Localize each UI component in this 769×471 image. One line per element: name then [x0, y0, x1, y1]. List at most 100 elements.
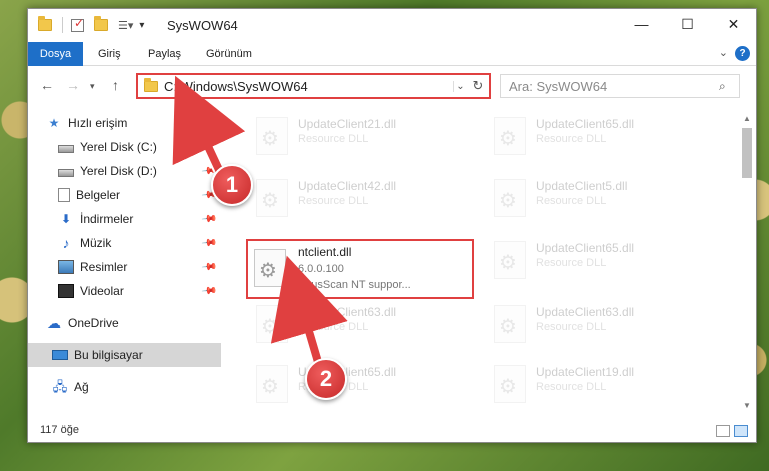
tab-file[interactable]: Dosya: [28, 42, 83, 66]
sidebar-item-documents[interactable]: Belgeler 📌: [28, 183, 221, 207]
list-item[interactable]: UpdateClient63.dll Resource DLL: [486, 299, 716, 349]
list-item[interactable]: UpdateClient63.dll Resource DLL: [248, 299, 478, 349]
pin-icon[interactable]: 📌: [200, 259, 217, 275]
customize-toolbar-icon[interactable]: ☰▾: [118, 19, 133, 32]
file-name: ntclient.dll: [298, 245, 352, 259]
address-bar[interactable]: C:\Windows\SysWOW64 ⌄ ↻: [136, 73, 491, 99]
minimize-button[interactable]: —: [619, 9, 664, 39]
close-button[interactable]: ✕: [711, 9, 756, 39]
list-item[interactable]: UpdateClient65.dll Resource DLL: [248, 359, 478, 409]
folder-icon: [144, 77, 158, 92]
dll-file-icon: [494, 179, 526, 217]
dll-file-icon: [256, 365, 288, 403]
dll-file-icon: [494, 241, 526, 279]
file-version: 6.0.0.100: [298, 263, 344, 275]
chevron-down-icon[interactable]: ⌄: [719, 46, 728, 59]
scroll-up-icon[interactable]: ▲: [743, 114, 751, 123]
sidebar-item-music[interactable]: ♪ Müzik 📌: [28, 231, 221, 255]
search-box[interactable]: Ara: SysWOW64 ⌕: [500, 74, 740, 98]
scrollbar-thumb[interactable]: [742, 128, 752, 178]
list-item-ntclient[interactable]: ntclient.dll 6.0.0.100 VirusScan NT supp…: [246, 239, 474, 299]
chevron-down-icon[interactable]: ▾: [139, 20, 144, 31]
sidebar-item-downloads[interactable]: ⬇ İndirmeler 📌: [28, 207, 221, 231]
up-arrow-icon[interactable]: ↑: [112, 77, 119, 93]
sidebar-item-pictures[interactable]: Resimler 📌: [28, 255, 221, 279]
maximize-button[interactable]: ☐: [665, 9, 710, 39]
dll-file-icon: [256, 117, 288, 155]
file-description: VirusScan NT suppor...: [298, 279, 411, 291]
computer-icon: [52, 350, 68, 360]
search-input[interactable]: Ara: SysWOW64: [509, 79, 719, 94]
file-explorer-window: ☰▾ ▾ SysWOW64 — ☐ ✕ Dosya Giriş Paylaş G…: [27, 8, 757, 443]
tab-home[interactable]: Giriş: [98, 44, 121, 64]
cloud-icon: ☁: [47, 315, 61, 331]
list-item[interactable]: UpdateClient21.dll Resource DLL: [248, 111, 478, 161]
sidebar-item-network[interactable]: 🖧 Ağ: [28, 375, 221, 399]
dll-file-icon: [254, 249, 286, 287]
separator: [62, 17, 63, 33]
videos-icon: [58, 284, 74, 298]
file-list: UpdateClient21.dll Resource DLL UpdateCl…: [224, 109, 739, 415]
step-badge-2: 2: [305, 358, 347, 400]
sidebar-item-label: Müzik: [80, 236, 112, 250]
refresh-icon[interactable]: ↻: [467, 78, 489, 94]
documents-icon: [58, 188, 70, 202]
help-icon[interactable]: ?: [735, 46, 750, 61]
list-item[interactable]: UpdateClient5.dll Resource DLL: [486, 173, 716, 223]
sidebar-item-label: Yerel Disk (D:): [80, 164, 157, 178]
quick-access-toolbar: ☰▾ ▾: [38, 16, 144, 33]
tab-share[interactable]: Paylaş: [148, 44, 181, 64]
dll-file-icon: [256, 305, 288, 343]
new-folder-icon[interactable]: [94, 16, 108, 31]
view-toggle: [712, 425, 748, 437]
properties-icon[interactable]: [71, 16, 84, 32]
dll-file-icon: [256, 179, 288, 217]
details-view-icon[interactable]: [716, 425, 730, 437]
dll-file-icon: [494, 117, 526, 155]
status-bar: 117 öğe: [28, 418, 756, 442]
search-icon[interactable]: ⌕: [719, 79, 739, 94]
tiles-view-icon[interactable]: [734, 425, 748, 437]
sidebar-item-label: Resimler: [80, 260, 128, 274]
sidebar-item-videos[interactable]: Videolar 📌: [28, 279, 221, 303]
list-item[interactable]: UpdateClient42.dll Resource DLL: [248, 173, 478, 223]
back-arrow-icon[interactable]: ←: [40, 77, 54, 93]
sidebar-item-label: Belgeler: [76, 188, 121, 202]
folder-icon: [38, 16, 52, 31]
drive-icon: [58, 168, 74, 177]
list-item[interactable]: UpdateClient19.dll Resource DLL: [486, 359, 716, 409]
tab-view[interactable]: Görünüm: [206, 44, 252, 64]
downloads-icon: ⬇: [60, 212, 72, 226]
sidebar-item-label: Bu bilgisayar: [74, 348, 143, 362]
list-item[interactable]: UpdateClient65.dll Resource DLL: [486, 111, 716, 161]
sidebar-item-local-disk-c[interactable]: Yerel Disk (C:): [28, 135, 221, 159]
pin-icon[interactable]: 📌: [200, 235, 217, 251]
chevron-down-icon[interactable]: ⌄: [453, 80, 467, 92]
pin-icon[interactable]: 📌: [200, 211, 217, 227]
item-count: 117 öğe: [40, 424, 79, 436]
scroll-down-icon[interactable]: ▼: [743, 401, 751, 410]
sidebar-item-quick-access[interactable]: ★ Hızlı erişim: [28, 111, 221, 135]
sidebar-item-label: Hızlı erişim: [68, 116, 128, 130]
navigation-bar: ← → ▾ ↑ C:\Windows\SysWOW64 ⌄ ↻ Ara: Sys…: [28, 71, 756, 101]
title-bar: ☰▾ ▾ SysWOW64 — ☐ ✕: [28, 9, 756, 41]
sidebar-item-local-disk-d[interactable]: Yerel Disk (D:) 📌: [28, 159, 221, 183]
list-item[interactable]: UpdateClient65.dll Resource DLL: [486, 235, 716, 285]
dll-file-icon: [494, 305, 526, 343]
dll-file-icon: [494, 365, 526, 403]
ribbon-tabs: Dosya Giriş Paylaş Görünüm ⌄ ?: [28, 42, 756, 66]
sidebar-item-label: Ağ: [74, 380, 89, 394]
network-icon: 🖧: [52, 379, 68, 394]
vertical-scrollbar[interactable]: ▲ ▼: [740, 112, 754, 412]
pin-icon[interactable]: 📌: [200, 283, 217, 299]
drive-icon: [58, 144, 74, 153]
forward-arrow-icon[interactable]: →: [66, 77, 80, 93]
sidebar-item-label: İndirmeler: [80, 212, 134, 226]
address-path[interactable]: C:\Windows\SysWOW64: [164, 79, 453, 94]
recent-locations-icon[interactable]: ▾: [90, 81, 95, 92]
step-badge-1: 1: [211, 164, 253, 206]
sidebar-item-onedrive[interactable]: ☁ OneDrive: [28, 311, 221, 335]
star-icon: ★: [48, 116, 60, 130]
pictures-icon: [58, 260, 74, 274]
sidebar-item-this-pc[interactable]: Bu bilgisayar: [28, 343, 221, 367]
